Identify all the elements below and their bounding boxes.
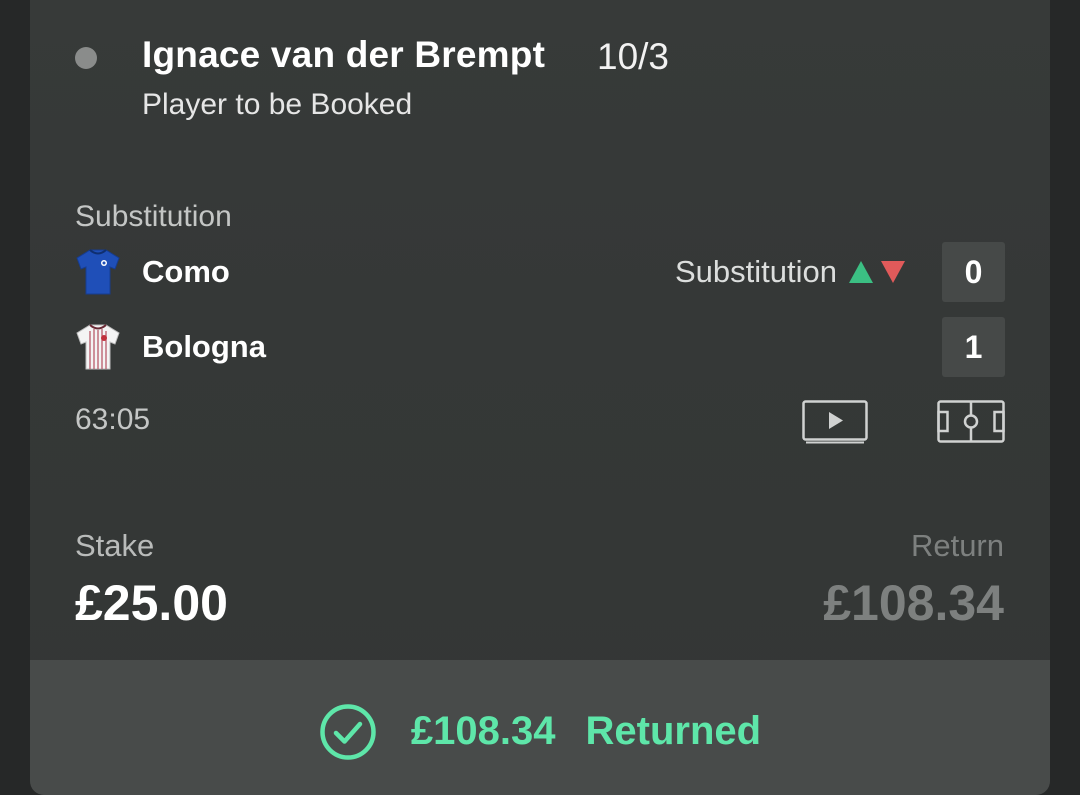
home-team-name: Como xyxy=(142,254,230,289)
away-team-name: Bologna xyxy=(142,329,266,364)
check-circle-icon xyxy=(320,703,376,760)
match-clock: 63:05 xyxy=(75,403,151,436)
play-video-icon[interactable] xyxy=(802,400,868,444)
settlement-content: £108.34 Returned xyxy=(319,703,761,761)
pitch-tracker-icon[interactable] xyxy=(937,400,1005,444)
return-label: Return xyxy=(910,528,1004,563)
live-event-label: Substitution xyxy=(675,254,837,289)
arrow-down-icon xyxy=(881,261,905,283)
home-score: 0 xyxy=(942,242,1005,302)
settlement-bar: £108.34 Returned xyxy=(30,660,1050,795)
returned-amount: £108.34 xyxy=(410,709,556,753)
stake-label: Stake xyxy=(75,528,155,563)
returned-label: Returned xyxy=(585,709,762,753)
arrow-up-icon xyxy=(849,261,873,283)
selection-name: Ignace van der Brempt xyxy=(142,34,546,75)
away-kit-icon xyxy=(76,324,120,370)
away-team-row: Bologna 1 xyxy=(75,317,1005,377)
selection-odds: 10/3 xyxy=(597,36,670,77)
away-score: 1 xyxy=(942,317,1005,377)
event-status: Substitution xyxy=(75,200,232,233)
home-team-row: Como Substitution 0 xyxy=(75,242,1005,302)
market-name: Player to be Booked xyxy=(142,88,413,121)
home-kit-icon xyxy=(76,249,120,295)
return-value: £108.34 xyxy=(823,575,1004,631)
live-event-indicator: Substitution xyxy=(675,254,905,290)
status-dot-icon xyxy=(75,47,97,69)
bet-card: Ignace van der Brempt 10/3 Player to be … xyxy=(30,0,1050,795)
stake-value: £25.00 xyxy=(75,575,228,631)
